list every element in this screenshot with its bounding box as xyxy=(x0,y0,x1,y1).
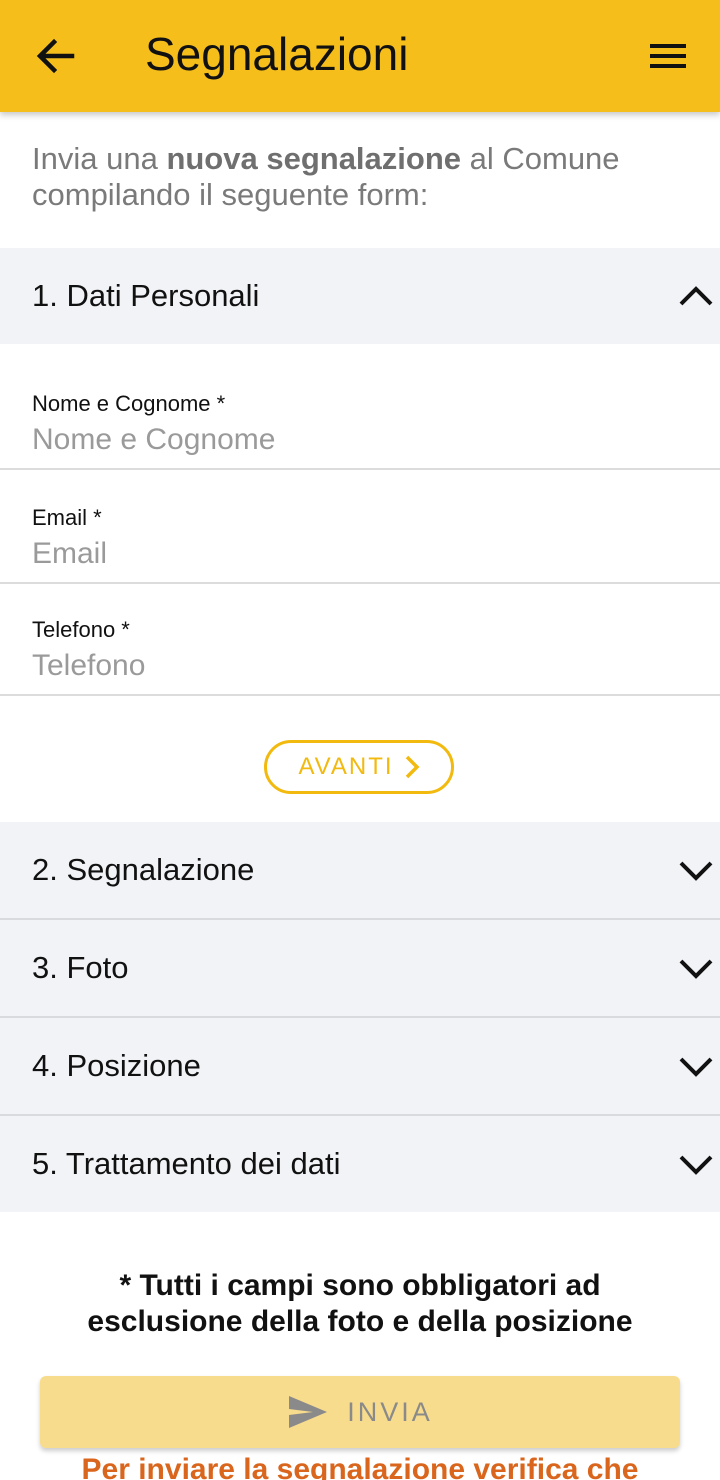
invia-button[interactable]: INVIA xyxy=(40,1376,680,1448)
intro-text: Invia una nuova segnalazione al Comune c… xyxy=(32,141,692,213)
back-button[interactable] xyxy=(24,30,88,82)
required-fields-note: * Tutti i campi sono obbligatori ad escl… xyxy=(87,1269,633,1338)
section-label: 2. Segnalazione xyxy=(32,852,255,887)
section-label: 4. Posizione xyxy=(32,1048,201,1083)
section-posizione[interactable]: 4. Posizione xyxy=(0,1018,720,1114)
telefono-input[interactable] xyxy=(32,646,692,686)
chevron-down-icon xyxy=(679,1057,713,1077)
field-label: Nome e Cognome * xyxy=(32,391,226,416)
email-field: Email * xyxy=(0,472,720,584)
section-foto[interactable]: 3. Foto xyxy=(0,920,720,1016)
email-input[interactable] xyxy=(32,534,692,574)
section-dati-personali[interactable]: 1. Dati Personali xyxy=(0,248,720,344)
submit-warning-text: Per inviare la segnalazione verifica che xyxy=(81,1453,639,1480)
intro-prefix: Invia una xyxy=(32,141,167,176)
chevron-down-icon xyxy=(679,959,713,979)
nome-cognome-field: Nome e Cognome * xyxy=(0,358,720,470)
app-screen: Segnalazioni Invia una nuova segnalazion… xyxy=(0,0,720,1480)
avanti-button[interactable]: AVANTI xyxy=(264,740,454,794)
intro-bold: nuova segnalazione xyxy=(166,141,462,176)
telefono-field: Telefono * xyxy=(0,584,720,696)
section-label: 3. Foto xyxy=(32,950,129,985)
section-trattamento-dati[interactable]: 5. Trattamento dei dati xyxy=(0,1116,720,1212)
hamburger-menu-icon xyxy=(650,44,686,68)
chevron-right-icon xyxy=(405,755,420,779)
avanti-label: AVANTI xyxy=(298,753,394,780)
send-icon xyxy=(289,1396,328,1428)
chevron-down-icon xyxy=(679,1155,713,1175)
section-label: 1. Dati Personali xyxy=(32,278,260,313)
menu-button[interactable] xyxy=(638,30,698,82)
arrow-left-icon xyxy=(36,38,75,74)
field-label: Telefono * xyxy=(32,617,130,642)
page-title: Segnalazioni xyxy=(145,28,409,80)
field-label: Email * xyxy=(32,505,102,530)
app-header: Segnalazioni xyxy=(0,0,720,112)
chevron-down-icon xyxy=(679,861,713,881)
section-label: 5. Trattamento dei dati xyxy=(32,1146,341,1181)
invia-label: INVIA xyxy=(347,1396,433,1427)
chevron-up-icon xyxy=(679,286,713,306)
nome-cognome-input[interactable] xyxy=(32,420,692,460)
section-segnalazione[interactable]: 2. Segnalazione xyxy=(0,822,720,918)
